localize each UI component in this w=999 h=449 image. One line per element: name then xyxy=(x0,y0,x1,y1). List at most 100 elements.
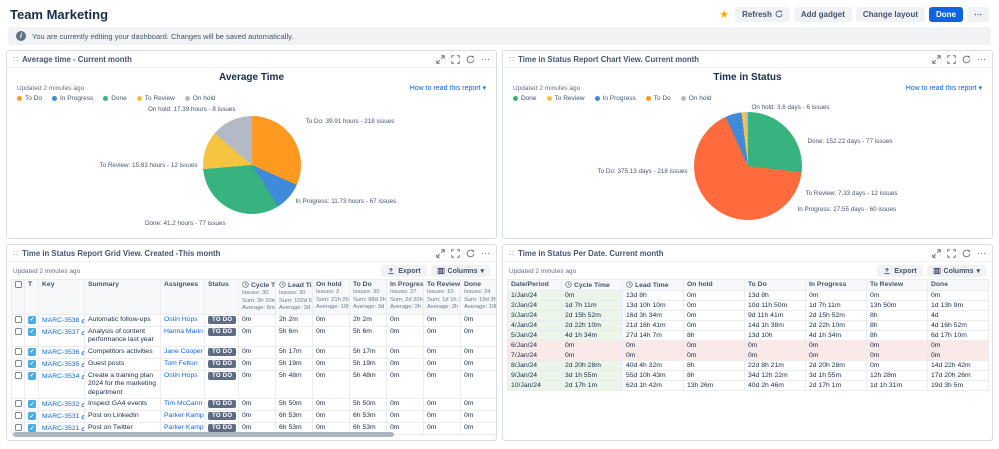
favorite-star-icon[interactable]: ★ xyxy=(719,8,729,21)
date-row[interactable]: 9/Jan/243d 1h 55m55d 10h 43m8h34d 12h 22… xyxy=(508,371,989,381)
row-select-cell[interactable] xyxy=(12,346,25,358)
expand-icon[interactable] xyxy=(932,55,941,64)
issue-row[interactable]: ✓MARC-3538 Automatic follow-upsOstin Hop… xyxy=(12,314,498,326)
summary-cell[interactable]: Create a training plan 2024 for the mark… xyxy=(85,370,161,398)
column-header[interactable]: Summary xyxy=(85,280,161,315)
legend-item[interactable]: On hold xyxy=(681,95,712,102)
legend-item[interactable]: Done xyxy=(103,95,127,102)
row-checkbox[interactable] xyxy=(15,424,22,431)
export-button[interactable]: Export xyxy=(381,265,426,277)
date-row[interactable]: 8/Jan/242d 20h 28m40d 4h 32m8h22d 8h 21m… xyxy=(508,361,989,371)
column-header[interactable]: To Review xyxy=(867,280,928,291)
maximize-icon[interactable] xyxy=(451,55,460,64)
row-select-cell[interactable] xyxy=(12,399,25,411)
summary-cell[interactable]: Inspect GA4 events xyxy=(85,399,161,411)
drag-handle-icon[interactable]: ∷ xyxy=(13,249,18,258)
column-header[interactable]: Status xyxy=(205,280,239,315)
issue-key-link[interactable]: MARC-3532 xyxy=(42,401,79,408)
legend-item[interactable]: To Review xyxy=(547,95,585,102)
column-header[interactable]: T xyxy=(25,280,39,315)
row-checkbox[interactable] xyxy=(15,328,22,335)
column-header[interactable]: Key xyxy=(39,280,85,315)
issue-row[interactable]: ✓MARC-3537 Analysis of content performan… xyxy=(12,326,498,346)
summary-cell[interactable]: Automatic follow-ups xyxy=(85,314,161,326)
column-header[interactable]: Assignees xyxy=(161,280,205,315)
maximize-icon[interactable] xyxy=(947,55,956,64)
legend-item[interactable]: To Review xyxy=(137,95,175,102)
issue-key-link[interactable]: MARC-3535 xyxy=(42,361,79,368)
export-button[interactable]: Export xyxy=(877,265,922,277)
issue-key-link[interactable]: MARC-3534 xyxy=(42,373,79,380)
summary-cell[interactable]: Post on LinkedIn xyxy=(85,411,161,423)
row-checkbox[interactable] xyxy=(15,372,22,379)
refresh-icon[interactable] xyxy=(962,55,971,64)
row-checkbox[interactable] xyxy=(15,360,22,367)
issue-row[interactable]: ✓MARC-3534 Create a training plan 2024 f… xyxy=(12,370,498,398)
date-row[interactable]: 2/Jan/241d 7h 11m13d 10h 10m0m10d 11h 50… xyxy=(508,301,989,311)
assignee-link[interactable]: Parker Kamp xyxy=(164,412,204,419)
columns-button[interactable]: Columns ▾ xyxy=(431,265,490,277)
expand-icon[interactable] xyxy=(932,249,941,258)
select-all-cell[interactable] xyxy=(12,280,25,315)
summary-cell[interactable]: Guest posts xyxy=(85,358,161,370)
column-header[interactable]: Lead Time xyxy=(623,280,684,291)
gadget-header[interactable]: ∷ Time in Status Report Chart View. Curr… xyxy=(503,51,992,68)
column-header[interactable]: On hold xyxy=(684,280,745,291)
done-button[interactable]: Done xyxy=(929,7,963,22)
gadget-header[interactable]: ∷ Average time - Current month ⋯ xyxy=(7,51,496,68)
issue-key-link[interactable]: MARC-3521 xyxy=(42,425,79,432)
change-layout-button[interactable]: Change layout xyxy=(856,7,925,22)
row-checkbox[interactable] xyxy=(15,316,22,323)
issue-key-link[interactable]: MARC-3536 xyxy=(42,349,79,356)
column-header[interactable]: To DoIssues: 30Sum: 98d 2h 46mAverage: 3… xyxy=(350,280,387,315)
issue-key-link[interactable]: MARC-3538 xyxy=(42,317,79,324)
column-header[interactable]: Cycle TimeIssues: 30Sum: 3h 10mAverage: … xyxy=(239,280,276,315)
more-menu-icon[interactable]: ⋯ xyxy=(977,249,986,258)
column-header[interactable]: In Progress xyxy=(806,280,867,291)
row-checkbox[interactable] xyxy=(15,412,22,419)
legend-item[interactable]: On hold xyxy=(185,95,216,102)
issue-row[interactable]: ✓MARC-3536 Competitors activitiesJane Co… xyxy=(12,346,498,358)
refresh-button[interactable]: Refresh xyxy=(735,7,790,22)
column-header[interactable]: Lead TimeIssues: 30Sum: 102d 6h 27mAvera… xyxy=(276,280,313,315)
date-row[interactable]: 1/Jan/240m13d 8h0m13d 8h0m0m0m xyxy=(508,291,989,301)
legend-item[interactable]: In Progress xyxy=(52,95,93,102)
assignee-link[interactable]: Ostin Hops xyxy=(164,372,198,379)
date-row[interactable]: 7/Jan/240m0m0m0m0m0m0m xyxy=(508,351,989,361)
expand-icon[interactable] xyxy=(436,55,445,64)
more-actions-button[interactable]: ⋯ xyxy=(967,7,989,22)
column-header[interactable]: DoneIssues: 24Sum: 19d 3h 5mAverage: 19h… xyxy=(461,280,498,315)
help-link[interactable]: How to read this report ▾ xyxy=(410,84,486,92)
summary-cell[interactable]: Analysis of content performance last yea… xyxy=(85,326,161,346)
date-row[interactable]: 5/Jan/244d 1h 34m27d 14h 7m8h13d 10h4d 1… xyxy=(508,331,989,341)
legend-item[interactable]: In Progress xyxy=(595,95,636,102)
issue-row[interactable]: ✓MARC-3532 Inspect GA4 eventsTim McCannT… xyxy=(12,399,498,411)
column-header[interactable]: Cycle Time xyxy=(562,280,623,291)
maximize-icon[interactable] xyxy=(451,249,460,258)
select-all-checkbox[interactable] xyxy=(15,281,22,288)
issue-row[interactable]: ✓MARC-3535 Guest postsTom FeltonTO DO0m5… xyxy=(12,358,498,370)
row-select-cell[interactable] xyxy=(12,370,25,398)
columns-button[interactable]: Columns ▾ xyxy=(927,265,986,277)
horizontal-scrollbar[interactable] xyxy=(13,432,394,437)
legend-item[interactable]: Done xyxy=(513,95,537,102)
more-menu-icon[interactable]: ⋯ xyxy=(481,55,490,64)
refresh-icon[interactable] xyxy=(466,55,475,64)
add-gadget-button[interactable]: Add gadget xyxy=(794,7,852,22)
assignee-link[interactable]: Tim McCann xyxy=(164,400,202,407)
row-checkbox[interactable] xyxy=(15,348,22,355)
assignee-link[interactable]: Ostin Hops xyxy=(164,316,198,323)
row-select-cell[interactable] xyxy=(12,314,25,326)
time-in-status-pie-chart[interactable] xyxy=(694,112,802,220)
date-row[interactable]: 4/Jan/242d 22h 10m21d 16h 41m0m14d 1h 38… xyxy=(508,321,989,331)
assignee-link[interactable]: Hanna Marin xyxy=(164,328,203,335)
date-row[interactable]: 3/Jan/242d 15h 52m16d 3h 34m0m9d 11h 41m… xyxy=(508,311,989,321)
assignee-link[interactable]: Tom Felton xyxy=(164,360,198,367)
drag-handle-icon[interactable]: ∷ xyxy=(13,55,18,64)
help-link[interactable]: How to read this report ▾ xyxy=(906,84,982,92)
column-header[interactable]: To ReviewIssues: 10Sum: 1d 1h 31mAverage… xyxy=(424,280,461,315)
refresh-icon[interactable] xyxy=(962,249,971,258)
row-select-cell[interactable] xyxy=(12,326,25,346)
row-select-cell[interactable] xyxy=(12,411,25,423)
legend-item[interactable]: To Do xyxy=(17,95,42,102)
